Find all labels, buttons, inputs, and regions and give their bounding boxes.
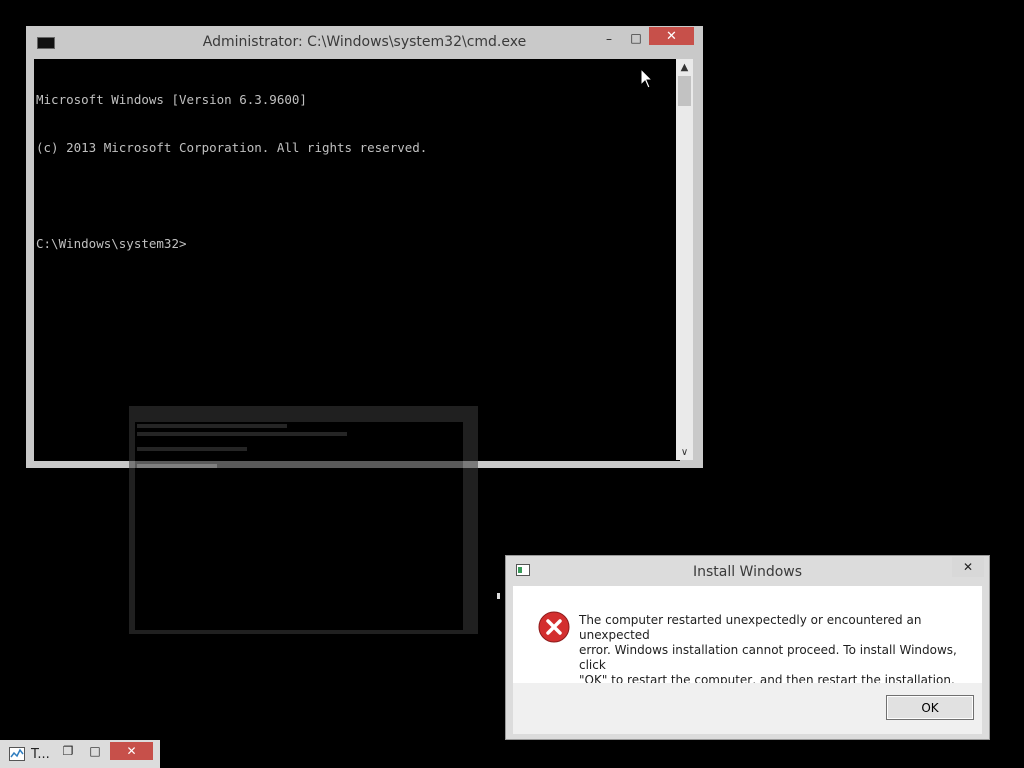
faded-text-line (137, 464, 217, 468)
dialog-titlebar[interactable]: Install Windows ✕ (506, 556, 989, 588)
install-windows-dialog[interactable]: Install Windows ✕ The computer restarted… (505, 555, 990, 740)
scroll-thumb[interactable] (678, 76, 691, 106)
restore-button[interactable]: ❐ (60, 744, 76, 758)
error-message: The computer restarted unexpectedly or e… (579, 613, 957, 687)
maximize-button[interactable]: □ (623, 29, 649, 47)
error-icon (538, 611, 570, 643)
console-line: (c) 2013 Microsoft Corporation. All righ… (36, 140, 428, 155)
close-button[interactable]: ✕ (110, 742, 153, 760)
minimized-window-tab[interactable]: T... ❐ □ ✕ (0, 740, 160, 768)
maximize-icon: □ (89, 744, 101, 758)
close-icon: ✕ (666, 28, 677, 44)
chevron-down-icon: ∨ (680, 446, 689, 458)
cursor-artifact (497, 593, 500, 599)
faded-cmd-window (129, 406, 478, 634)
scroll-up-button[interactable]: ▲ (676, 59, 693, 75)
maximize-button[interactable]: □ (87, 744, 103, 758)
dialog-close-button[interactable]: ✕ (952, 557, 984, 577)
faded-text-line (137, 432, 347, 436)
console-output[interactable]: Microsoft Windows [Version 6.3.9600] (c)… (34, 59, 680, 461)
faded-text-line (137, 447, 247, 451)
console-prompt: C:\Windows\system32> (36, 236, 187, 251)
dialog-footer: OK (513, 683, 982, 734)
cmd-window[interactable]: Administrator: C:\Windows\system32\cmd.e… (26, 26, 703, 468)
minimize-icon: – (606, 32, 612, 46)
console-line: Microsoft Windows [Version 6.3.9600] (36, 92, 307, 107)
dialog-title: Install Windows (692, 564, 803, 580)
maximize-icon: □ (630, 31, 642, 45)
scroll-down-button[interactable]: ∨ (676, 444, 693, 460)
cmd-titlebar[interactable]: Administrator: C:\Windows\system32\cmd.e… (26, 26, 703, 58)
vertical-scrollbar[interactable]: ▲ ∨ (676, 59, 693, 460)
close-icon: ✕ (962, 560, 974, 574)
minimize-button[interactable]: – (596, 30, 622, 48)
close-button[interactable]: ✕ (649, 27, 694, 45)
task-manager-icon (9, 747, 25, 761)
dialog-body: The computer restarted unexpectedly or e… (513, 586, 982, 687)
faded-text-line (137, 424, 287, 428)
close-icon: ✕ (126, 744, 137, 758)
ok-button[interactable]: OK (886, 695, 974, 720)
mouse-cursor-icon (640, 68, 654, 89)
restore-icon: ❐ (62, 744, 74, 758)
chevron-up-icon: ▲ (680, 61, 689, 73)
faded-console-area (135, 422, 463, 630)
minimized-window-label: T... (31, 747, 50, 762)
